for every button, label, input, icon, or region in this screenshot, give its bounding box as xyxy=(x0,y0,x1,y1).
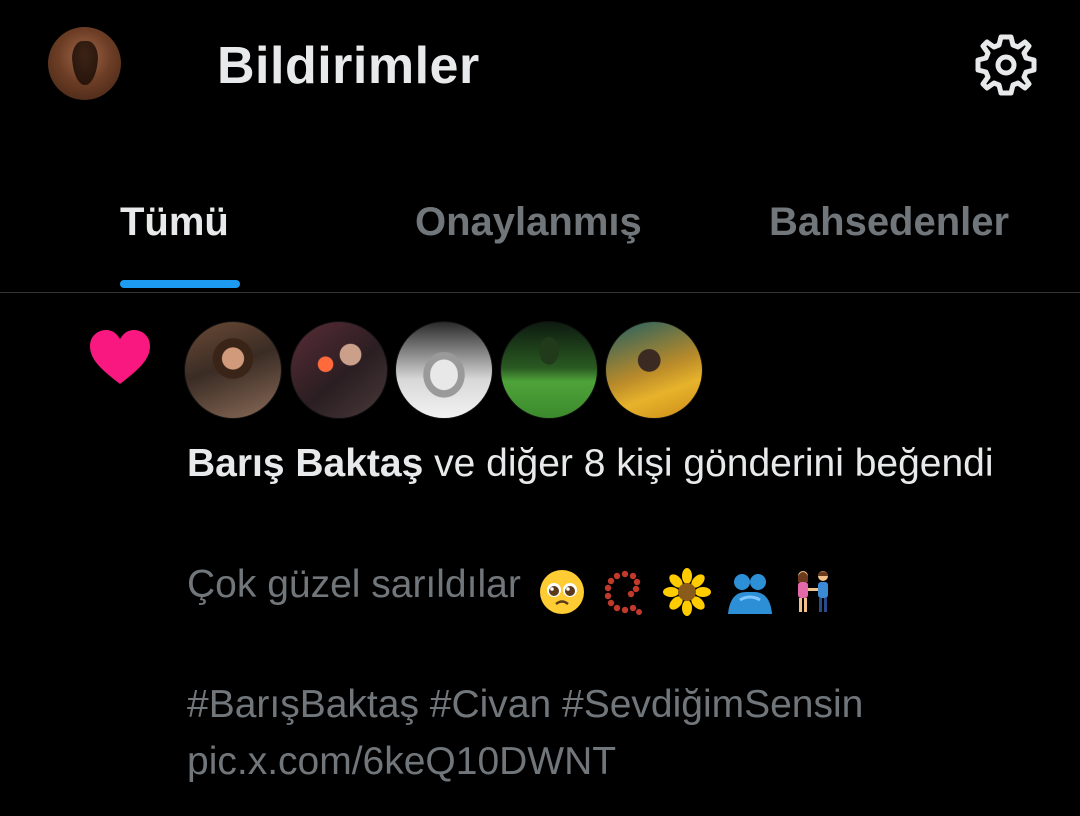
notification-text: Barış Baktaş ve diğer 8 kişi gönderini b… xyxy=(187,435,1027,492)
profile-avatar[interactable] xyxy=(48,27,121,100)
actor-name[interactable]: Barış Baktaş xyxy=(187,442,423,485)
avatar-figure xyxy=(72,41,98,85)
notification-tabs: Tümü Onaylanmış Bahsedenler xyxy=(0,180,1080,293)
avatar[interactable] xyxy=(185,322,281,418)
gear-icon xyxy=(975,34,1037,96)
action-text: ve diğer 8 kişi gönderini beğendi xyxy=(423,442,994,485)
emoji-row xyxy=(538,562,841,617)
pleading-face-emoji xyxy=(539,570,584,615)
tweet-body: Çok güzel sarıldılar xyxy=(187,563,521,606)
page-title: Bildirimler xyxy=(217,37,480,95)
avatar[interactable] xyxy=(396,322,492,418)
avatar[interactable] xyxy=(606,322,702,418)
tweet-text: Çok güzel sarıldılar xyxy=(187,556,1047,617)
tab-mentions[interactable]: Bahsedenler xyxy=(769,200,1009,245)
tab-verified[interactable]: Onaylanmış xyxy=(415,200,642,245)
tweet-hashtags[interactable]: #BarışBaktaş #Civan #SevdiğimSensin xyxy=(187,676,1047,733)
avatar[interactable] xyxy=(291,322,387,418)
tab-all[interactable]: Tümü xyxy=(120,200,229,245)
top-header: Bildirimler xyxy=(0,0,1080,140)
couple-emoji xyxy=(798,571,829,613)
prayer-beads-emoji xyxy=(604,571,642,616)
liker-avatars xyxy=(185,322,705,420)
avatar[interactable] xyxy=(501,322,597,418)
people-hugging-emoji xyxy=(728,574,773,615)
settings-button[interactable] xyxy=(974,33,1038,97)
sunflower-emoji xyxy=(663,568,712,617)
heart-icon xyxy=(90,330,150,384)
active-tab-indicator xyxy=(120,280,240,288)
tweet-media-link[interactable]: pic.x.com/6keQ10DWNT xyxy=(187,733,616,790)
